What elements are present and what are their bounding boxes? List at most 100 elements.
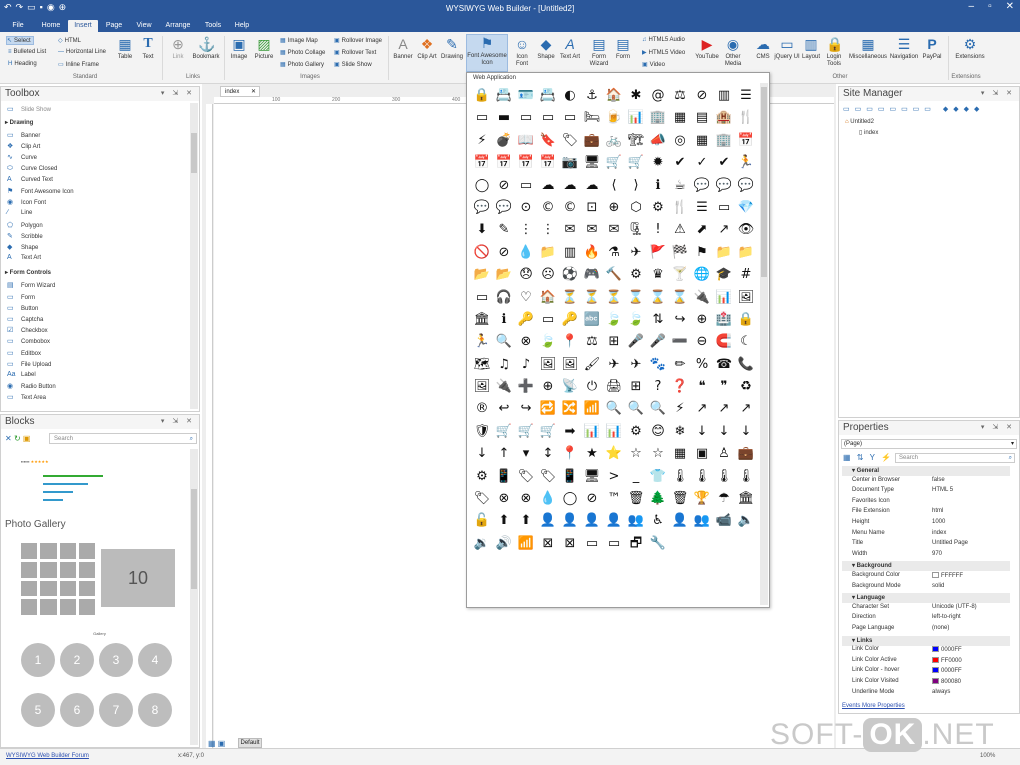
fa-icon-option[interactable]: ⊕ — [603, 197, 625, 219]
fa-icon-option[interactable]: ⊘ — [581, 488, 603, 510]
fa-icon-option[interactable]: ⚡ — [471, 130, 493, 152]
slide-show-button[interactable]: ▣ Slide Show — [334, 61, 372, 68]
scroll-thumb[interactable] — [191, 489, 197, 589]
fa-icon-option[interactable]: 🎮 — [581, 264, 603, 286]
fa-icon-option[interactable]: 👥 — [691, 510, 713, 532]
property-row[interactable]: Link Color 0000FF — [844, 646, 1010, 657]
fa-icon-option[interactable]: ▭ — [559, 107, 581, 129]
fa-icon-option[interactable]: ℹ — [493, 309, 515, 331]
fa-icon-option[interactable]: 🔍 — [493, 331, 515, 353]
html-button[interactable]: ◇ HTML — [58, 37, 81, 44]
login-tools-button[interactable]: 🔒 Login Tools — [822, 36, 846, 68]
fa-icon-option[interactable]: ★ — [581, 443, 603, 465]
fa-icon-option[interactable]: ↩ — [493, 398, 515, 420]
fa-icon-option[interactable]: 💣 — [493, 130, 515, 152]
refresh-icon[interactable]: ↻ — [14, 434, 21, 443]
fa-icon-option[interactable]: 🖼 — [537, 354, 559, 376]
tab-page[interactable]: Page — [102, 20, 126, 32]
fa-icon-option[interactable]: 🔌 — [691, 287, 713, 309]
fa-icon-option[interactable]: 📁 — [537, 242, 559, 264]
fa-icon-option[interactable]: 🏛 — [735, 488, 757, 510]
fa-icon-option[interactable]: ↓ — [713, 421, 735, 443]
fa-icon-option[interactable]: ⊕ — [537, 376, 559, 398]
fa-icon-option[interactable]: 📅 — [493, 152, 515, 174]
toolbox-item-banner[interactable]: ▭ Banner — [7, 131, 40, 139]
property-value[interactable]: 0000FF — [932, 646, 962, 653]
fa-icon-option[interactable]: 🔍 — [625, 398, 647, 420]
property-row[interactable]: Background Color FFFFFF — [844, 572, 1010, 583]
events-link[interactable]: Events — [842, 703, 860, 709]
property-value[interactable]: false — [932, 477, 945, 483]
tab-home[interactable]: Home — [36, 20, 66, 32]
color-swatch[interactable] — [932, 667, 939, 674]
fa-icon-option[interactable]: ▾ — [515, 443, 537, 465]
fa-icon-option[interactable]: ✹ — [647, 152, 669, 174]
property-value[interactable]: 970 — [932, 551, 942, 557]
fa-icon-option[interactable]: © — [537, 197, 559, 219]
fa-icon-option[interactable]: ◯ — [559, 488, 581, 510]
toolbox-item-editbox[interactable]: ▭ Editbox — [7, 349, 41, 357]
fa-icon-option[interactable]: 🌲 — [647, 488, 669, 510]
properties-toolbar[interactable]: ▦ ⇅ Y ⚡ — [843, 453, 893, 462]
property-value[interactable]: (none) — [932, 625, 949, 631]
fa-icon-option[interactable]: ✈ — [625, 354, 647, 376]
fa-icon-option[interactable]: ⊗ — [493, 488, 515, 510]
fa-icon-option[interactable]: 🌡 — [713, 466, 735, 488]
fa-icon-option[interactable]: 📇 — [537, 85, 559, 107]
fa-icon-option[interactable]: ✎ — [493, 219, 515, 241]
fa-icon-option[interactable]: 🔍 — [603, 398, 625, 420]
fa-icon-option[interactable]: ▭ — [515, 175, 537, 197]
fa-icon-option[interactable]: ▭ — [603, 533, 625, 555]
forum-link[interactable]: WYSIWYG Web Builder Forum — [6, 753, 89, 759]
fa-icon-option[interactable]: 😞 — [515, 264, 537, 286]
toolbox-item-form-wizard[interactable]: ▤ Form Wizard — [7, 281, 55, 289]
fa-icon-option[interactable]: 📖 — [515, 130, 537, 152]
fa-icon-option[interactable]: ⏳ — [559, 287, 581, 309]
toolbox-item-curve-closed[interactable]: ⬭ Curve Closed — [7, 165, 57, 173]
fa-icon-option[interactable]: 🏷 — [471, 488, 493, 510]
toolbox-item-polygon[interactable]: ⬠ Polygon — [7, 221, 43, 229]
fa-icon-option[interactable]: ↕ — [537, 443, 559, 465]
fa-icon-option[interactable]: ! — [647, 219, 669, 241]
fa-icon-option[interactable]: ▭ — [713, 197, 735, 219]
fa-icon-option[interactable]: 📊 — [713, 287, 735, 309]
fa-icon-option[interactable]: 🏷 — [559, 130, 581, 152]
fa-icon-option[interactable]: ☁ — [559, 175, 581, 197]
fa-icon-option[interactable]: ▭ — [471, 287, 493, 309]
fa-icon-option[interactable]: ↗ — [691, 398, 713, 420]
fa-icon-option[interactable]: ▭ — [581, 533, 603, 555]
blocks-scrollbar[interactable] — [190, 449, 198, 745]
fa-icon-option[interactable]: ☰ — [735, 85, 757, 107]
table-button[interactable]: ▦ Table — [114, 36, 136, 61]
search-icon[interactable]: ⌕ — [190, 434, 193, 444]
toolbox-item-button[interactable]: ▭ Button — [7, 304, 38, 312]
property-row[interactable]: Width 970 — [844, 551, 1010, 562]
fa-icon-option[interactable]: ☎ — [713, 354, 735, 376]
fa-icon-option[interactable]: 🚲 — [603, 130, 625, 152]
fa-icon-option[interactable]: ⊗ — [515, 331, 537, 353]
fa-icon-option[interactable]: 💬 — [713, 175, 735, 197]
color-swatch[interactable] — [932, 678, 939, 684]
toolbox-item-form[interactable]: ▭ Form — [7, 293, 35, 301]
fa-icon-option[interactable]: 🔁 — [537, 398, 559, 420]
property-row[interactable]: Background Mode solid — [844, 583, 1010, 594]
fa-icon-option[interactable]: 🗗 — [625, 533, 647, 555]
fa-icon-option[interactable]: ⬈ — [691, 219, 713, 241]
drawing-button[interactable]: ✎ Drawing — [438, 36, 466, 61]
property-value[interactable]: 0000FF — [932, 667, 962, 674]
fa-icon-option[interactable]: 📅 — [471, 152, 493, 174]
tab-file[interactable]: File — [6, 20, 30, 32]
fa-icon-option[interactable]: ⊖ — [691, 331, 713, 353]
fa-icon-option[interactable]: 🏢 — [647, 107, 669, 129]
panel-controls[interactable]: ▾ ⇲ ✕ — [161, 415, 195, 429]
fa-icon-option[interactable]: ❞ — [713, 376, 735, 398]
fa-icon-option[interactable]: # — [735, 264, 757, 286]
fa-icon-option[interactable]: ↓ — [735, 421, 757, 443]
fa-icon-option[interactable]: ✔ — [713, 152, 735, 174]
fa-icon-option[interactable]: ✔ — [669, 152, 691, 174]
toolbox-item-line[interactable]: ∕ Line — [7, 209, 32, 216]
fa-icon-option[interactable]: 🌡 — [691, 466, 713, 488]
fa-icon-option[interactable]: 🏁 — [669, 242, 691, 264]
fa-icon-option[interactable]: 🏗 — [625, 130, 647, 152]
color-swatch[interactable] — [932, 572, 939, 578]
